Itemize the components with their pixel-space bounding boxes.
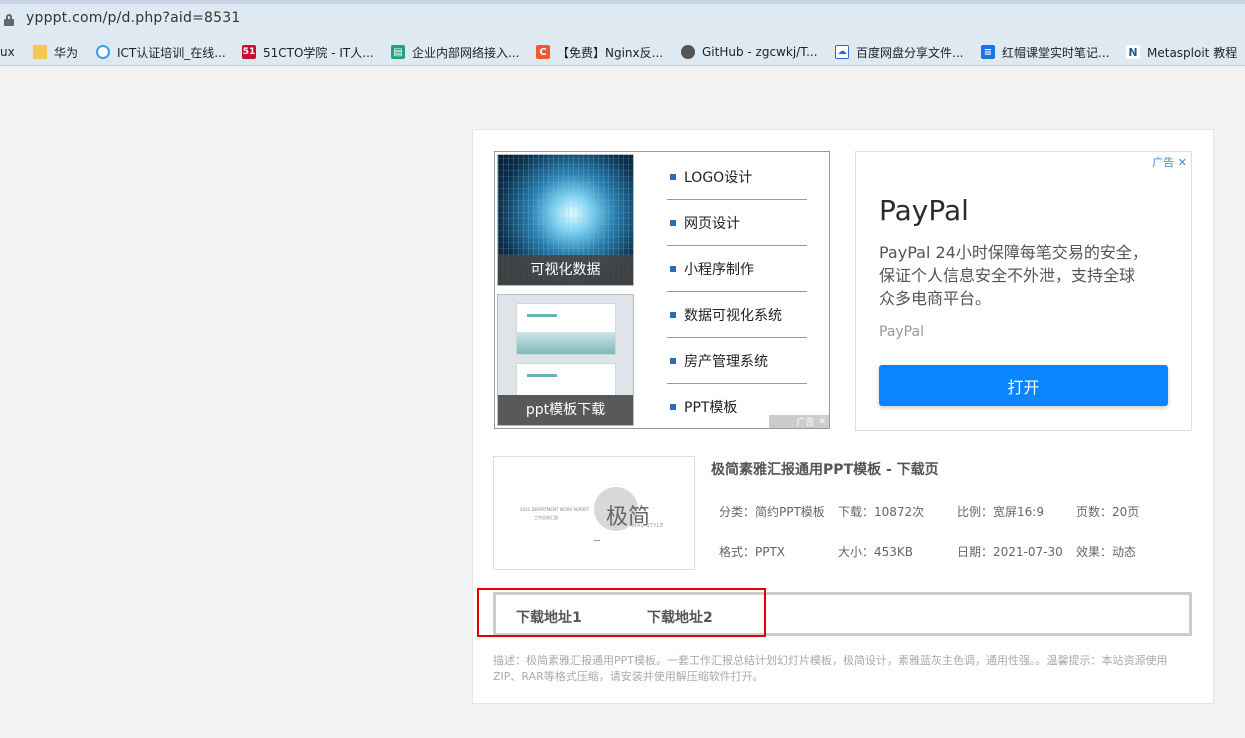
bookmark-label: GitHub - zgcwkj/T... bbox=[702, 45, 818, 59]
ad-thumb-visualization[interactable]: 可视化数据 bbox=[497, 154, 634, 286]
ad-badge[interactable]: 广告 ✕ bbox=[769, 415, 829, 428]
ad-link-label: LOGO设计 bbox=[684, 169, 753, 186]
bookmark-baidu[interactable]: ☁ 百度网盘分享文件... bbox=[835, 43, 963, 61]
ad-description: PayPal 24小时保障每笔交易的安全，保证个人信息安全不外泄，支持全球众多电… bbox=[879, 243, 1148, 308]
ad-link-realestate[interactable]: 房产管理系统 bbox=[667, 338, 807, 384]
meta-ratio: 比例：宽屏16:9 bbox=[957, 505, 1044, 519]
bookmark-label: 【免费】Nginx反... bbox=[557, 45, 664, 60]
bookmark-label: 企业内部网络接入... bbox=[412, 45, 520, 60]
close-icon[interactable]: ✕ bbox=[818, 417, 826, 427]
bookmark-label: 华为 bbox=[54, 45, 79, 60]
ad-tag[interactable]: 广告 ✕ bbox=[1152, 154, 1187, 170]
ad-source: PayPal bbox=[879, 324, 924, 340]
bookmark-github[interactable]: GitHub - zgcwkj/T... bbox=[681, 43, 818, 61]
product-title: 极简素雅汇报通用PPT模板 - 下载页 bbox=[711, 462, 939, 478]
bookmark-51cto[interactable]: 51 51CTO学院 - IT人... bbox=[242, 43, 374, 61]
ad-link-label: PPT模板 bbox=[684, 400, 738, 416]
baidu-icon: ☁ bbox=[835, 45, 849, 59]
square-bullet-icon bbox=[670, 357, 676, 364]
meta-pages: 页数：20页 bbox=[1076, 505, 1140, 519]
paypal-ad[interactable]: 广告 ✕ PayPal PayPal 24小时保障每笔交易的安全，保证个人信息安… bbox=[855, 151, 1192, 431]
bookmark-label: ux bbox=[0, 45, 15, 59]
ad-title: PayPal bbox=[879, 194, 969, 227]
square-bullet-icon bbox=[670, 311, 676, 318]
highlight-box bbox=[477, 588, 766, 637]
square-bullet-icon bbox=[670, 173, 676, 180]
left-ad[interactable]: 可视化数据 ppt模板下载 LOGO设计 网页设计 小程序制作 数据可视化系统 … bbox=[494, 151, 830, 429]
bookmark-label: 51CTO学院 - IT人... bbox=[263, 45, 374, 60]
address-bar[interactable]: ypppt.com/p/d.php?aid=8531 bbox=[0, 0, 1245, 36]
product-thumbnail[interactable]: 极简 2021 DEPARTMENT WORK REPORT 工作总结汇报 MA… bbox=[493, 456, 695, 570]
ad-link-label: 小程序制作 bbox=[684, 261, 754, 278]
doc-icon: ▤ bbox=[391, 45, 405, 59]
ad-badge-label: 广告 bbox=[796, 418, 815, 428]
description-text: 描述：极简素雅汇报通用PPT模板。一套工作汇报总结计划幻灯片模板，极简设计，素雅… bbox=[493, 654, 1168, 683]
csdn-icon: C bbox=[536, 45, 550, 59]
ad-link-list: LOGO设计 网页设计 小程序制作 数据可视化系统 房产管理系统 PPT模板 bbox=[667, 154, 807, 430]
bookmark-ict[interactable]: ICT认证培训_在线... bbox=[96, 43, 226, 61]
thumb-subtitle: 工作总结汇报 bbox=[534, 515, 558, 520]
ad-thumb-caption: 可视化数据 bbox=[498, 255, 633, 285]
meta-size: 大小：453KB bbox=[838, 545, 914, 559]
thumb-subtitle: 2021 DEPARTMENT WORK REPORT bbox=[520, 507, 590, 512]
meta-effect: 效果：动态 bbox=[1076, 545, 1137, 559]
square-bullet-icon bbox=[670, 265, 676, 272]
meta-downloads: 下载：10872次 bbox=[838, 505, 925, 519]
bookmarks-bar: ux 华为 ICT认证培训_在线... 51 51CTO学院 - IT人... … bbox=[0, 36, 1245, 66]
url-text[interactable]: ypppt.com/p/d.php?aid=8531 bbox=[26, 10, 240, 26]
bookmark-label: 红帽课堂实时笔记... bbox=[1002, 45, 1110, 60]
bookmark-network[interactable]: ▤ 企业内部网络接入... bbox=[391, 43, 519, 61]
ad-link-label: 数据可视化系统 bbox=[684, 307, 782, 324]
ad-thumb-caption: ppt模板下载 bbox=[498, 395, 633, 425]
thumb-subtitle: MAL STYLE bbox=[632, 523, 664, 529]
close-icon[interactable]: ✕ bbox=[1178, 156, 1187, 169]
ad-link-label: 房产管理系统 bbox=[684, 353, 768, 370]
metasploit-icon: N bbox=[1126, 45, 1140, 59]
meta-format: 格式：PPTX bbox=[719, 545, 786, 559]
meta-date: 日期：2021-07-30 bbox=[957, 545, 1063, 559]
meta-category[interactable]: 分类：简约PPT模板 bbox=[719, 503, 825, 520]
bookmark-metasploit[interactable]: N Metasploit 教程 bbox=[1126, 43, 1237, 61]
ad-link-miniprogram[interactable]: 小程序制作 bbox=[667, 246, 807, 292]
bookmark-huawei[interactable]: 华为 bbox=[33, 43, 78, 61]
note-icon: ≡ bbox=[981, 45, 995, 59]
ad-link-dataviz[interactable]: 数据可视化系统 bbox=[667, 292, 807, 338]
open-button[interactable]: 打开 bbox=[879, 365, 1168, 406]
bookmark-ux[interactable]: ux bbox=[0, 43, 15, 61]
ad-link-logo[interactable]: LOGO设计 bbox=[667, 154, 807, 200]
ad-link-label: 网页设计 bbox=[684, 215, 740, 232]
ad-thumb-ppt[interactable]: ppt模板下载 bbox=[497, 294, 634, 426]
github-icon bbox=[681, 45, 695, 59]
square-bullet-icon bbox=[670, 219, 676, 226]
folder-icon bbox=[33, 45, 47, 59]
51cto-icon: 51 bbox=[242, 45, 256, 59]
ict-icon bbox=[96, 45, 110, 59]
lock-icon bbox=[4, 14, 14, 26]
square-bullet-icon bbox=[670, 404, 676, 410]
ad-link-web[interactable]: 网页设计 bbox=[667, 200, 807, 246]
ad-tag-label: 广告 bbox=[1152, 156, 1175, 169]
bookmark-label: 百度网盘分享文件... bbox=[856, 45, 964, 60]
bookmark-redhat[interactable]: ≡ 红帽课堂实时笔记... bbox=[981, 43, 1109, 61]
bookmark-nginx[interactable]: C 【免费】Nginx反... bbox=[536, 43, 663, 61]
bookmark-label: ICT认证培训_在线... bbox=[117, 45, 226, 60]
bookmark-label: Metasploit 教程 bbox=[1147, 45, 1238, 60]
